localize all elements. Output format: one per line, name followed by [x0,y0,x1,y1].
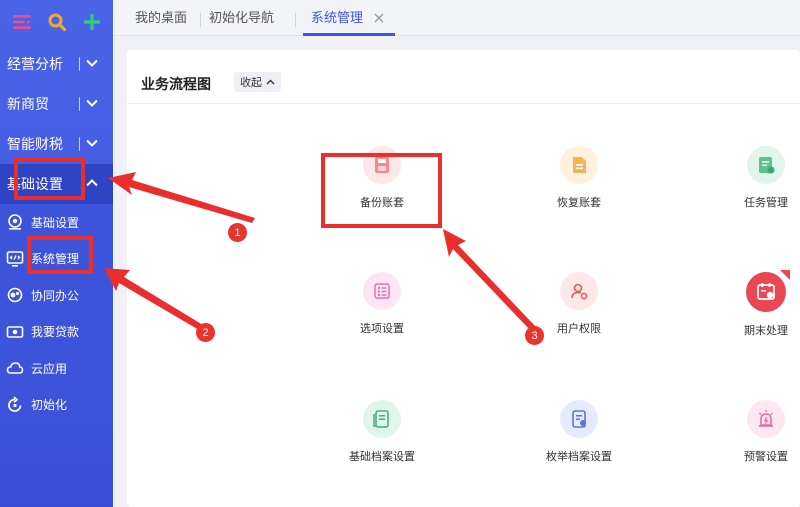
sidebar-menu-label: 智能财税 [7,137,63,153]
func-label: 基础档案设置 [349,450,415,463]
func-label: 用户权限 [557,322,601,335]
restore-icon [560,146,598,184]
chevron-up-icon [266,79,275,84]
tab-divider [295,13,296,27]
func-task-management[interactable]: 任务管理 [711,146,800,210]
close-icon[interactable] [373,12,385,24]
sidebar-item-label: 云应用 [31,361,68,376]
func-alarm-settings[interactable]: 预警设置 [711,400,800,464]
sidebar-menu-label: 经营分析 [7,57,63,73]
chevron-down-icon [86,59,98,67]
sidebar-menu-basic-settings[interactable]: 基础设置 [0,164,113,204]
divider [127,103,800,104]
sidebar-item-initialize[interactable]: 初始化 [0,387,113,424]
sidebar: 经营分析 新商贸 智能财税 基础设置 基础设置 系统管理 协同办公 我要贷款 云… [0,0,113,507]
base-archive-icon [363,400,401,438]
sidebar-item-label: 我要贷款 [31,325,80,340]
tab-divider [200,13,201,27]
cloud-icon [6,359,24,377]
chevron-down-icon [86,99,98,107]
loan-icon [6,323,24,341]
func-label: 选项设置 [360,322,404,335]
flow-panel: 业务流程图 收起 备份账套 恢复账套 任务管理 选项设置 用户权限 期末处理 基… [127,50,800,507]
alarm-icon [747,400,785,438]
sidebar-toolbar [0,0,113,44]
tab-my-desktop[interactable]: 我的桌面 [135,9,187,29]
options-icon [363,272,401,310]
sidebar-item-basic-settings[interactable]: 基础设置 [0,204,113,241]
func-backup-account[interactable]: 备份账套 [327,146,437,210]
func-user-permission[interactable]: 用户权限 [524,272,634,336]
sidebar-menu-business-analysis[interactable]: 经营分析 [0,44,113,84]
func-options-settings[interactable]: 选项设置 [327,272,437,336]
sidebar-item-label: 协同办公 [31,288,80,303]
sidebar-item-label: 初始化 [31,398,68,413]
sidebar-item-cloud-apps[interactable]: 云应用 [0,350,113,387]
func-base-archive-settings[interactable]: 基础档案设置 [327,400,437,464]
func-label: 任务管理 [744,196,788,209]
backup-icon [363,146,401,184]
separator [79,57,80,71]
user-permission-icon [560,272,598,310]
sidebar-submenu: 基础设置 系统管理 协同办公 我要贷款 云应用 初始化 [0,204,113,423]
add-icon[interactable] [81,11,103,33]
period-end-icon [746,270,790,312]
collapse-label: 收起 [240,76,262,89]
code-monitor-icon [6,250,24,268]
func-label: 枚举档案设置 [546,450,612,463]
panel-title: 业务流程图 [141,77,211,93]
menu-icon[interactable] [11,11,33,33]
sidebar-menu-smart-tax[interactable]: 智能财税 [0,124,113,164]
sidebar-item-loan[interactable]: 我要贷款 [0,314,113,351]
settings-icon [6,213,24,231]
sidebar-item-label: 系统管理 [31,252,80,267]
main-content: 业务流程图 收起 备份账套 恢复账套 任务管理 选项设置 用户权限 期末处理 基… [113,36,800,507]
func-label: 恢复账套 [557,196,601,209]
refresh-icon [6,396,24,414]
tab-bar: 我的桌面 初始化导航 系统管理 [113,0,800,36]
sidebar-menu-label: 基础设置 [7,177,63,193]
func-enum-archive-settings[interactable]: 枚举档案设置 [524,400,634,464]
sidebar-menu-new-commerce[interactable]: 新商贸 [0,84,113,124]
sidebar-item-label: 基础设置 [31,215,80,230]
chevron-down-icon [86,139,98,147]
func-label: 备份账套 [360,196,404,209]
sidebar-item-system-management[interactable]: 系统管理 [0,241,113,278]
task-icon [747,146,785,184]
collaboration-icon [6,286,24,304]
func-label: 期末处理 [744,324,788,337]
search-icon[interactable] [46,11,68,33]
sidebar-item-collaboration[interactable]: 协同办公 [0,277,113,314]
separator [79,137,80,151]
sidebar-menu-label: 新商贸 [7,97,49,113]
enum-archive-icon [560,400,598,438]
func-period-end[interactable]: 期末处理 [711,270,800,338]
tab-system-management[interactable]: 系统管理 [311,9,363,29]
separator [79,97,80,111]
tab-init-guide[interactable]: 初始化导航 [209,9,274,29]
func-label: 预警设置 [744,450,788,463]
corner-marker-icon [780,270,790,280]
chevron-up-icon [86,179,98,187]
func-restore-account[interactable]: 恢复账套 [524,146,634,210]
collapse-button[interactable]: 收起 [234,72,281,92]
